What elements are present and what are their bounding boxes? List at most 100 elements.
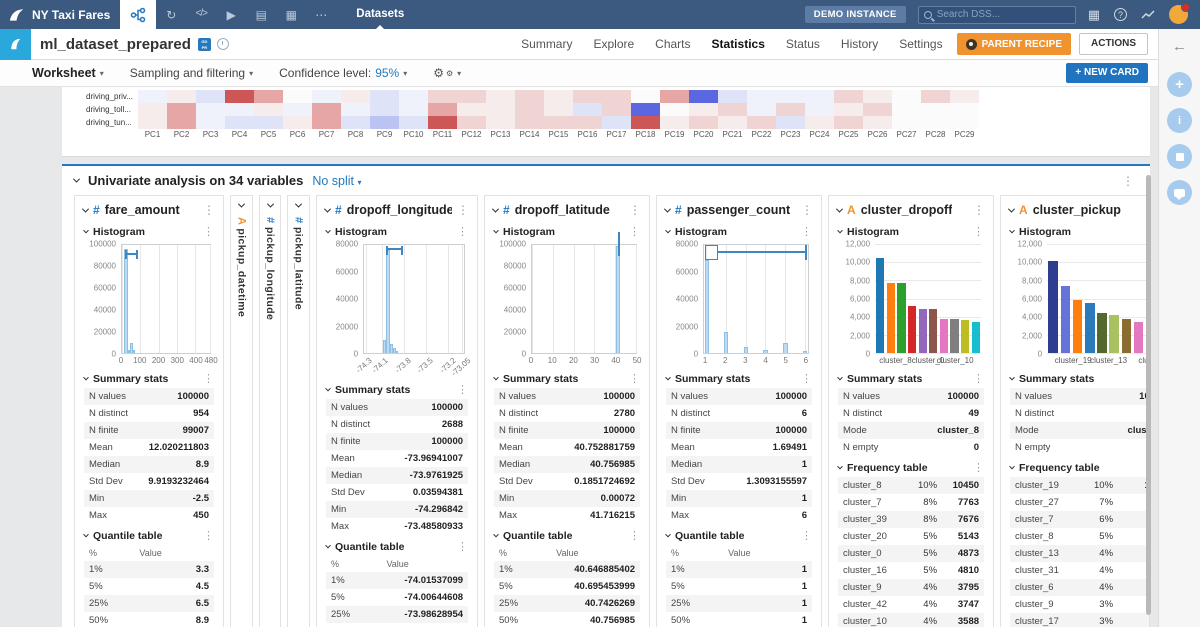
code-icon[interactable]: </> bbox=[186, 8, 216, 22]
card-menu-icon[interactable]: ⋮ bbox=[457, 204, 469, 216]
collapse-chevron-icon[interactable] bbox=[664, 205, 671, 212]
section-menu-icon[interactable]: ⋮ bbox=[973, 463, 984, 474]
x-axis: cluster_8cluster_0cluster_10 bbox=[875, 354, 981, 367]
table-column-header: %Value bbox=[84, 545, 214, 561]
trend-icon[interactable] bbox=[1141, 10, 1155, 20]
tab-statistics[interactable]: Statistics bbox=[712, 37, 765, 51]
collapse-chevron-icon[interactable] bbox=[493, 532, 499, 538]
heatmap-cell bbox=[225, 103, 254, 116]
user-avatar[interactable] bbox=[1169, 5, 1188, 24]
confidence-level-menu[interactable]: Confidence level:95%▾ bbox=[279, 66, 407, 80]
expand-chevron-icon[interactable] bbox=[266, 201, 273, 208]
collapse-chevron-icon[interactable] bbox=[837, 375, 843, 381]
collapse-chevron-icon[interactable] bbox=[1009, 228, 1015, 234]
tab-settings[interactable]: Settings bbox=[899, 37, 942, 51]
cards-overview-button[interactable] bbox=[1167, 144, 1192, 169]
chat-button[interactable] bbox=[1167, 180, 1192, 205]
y-tick-label: 0 bbox=[84, 350, 116, 359]
worksheet-settings-menu[interactable]: ⚙⚙▾ bbox=[433, 66, 461, 80]
split-selector[interactable]: No split ▾ bbox=[312, 174, 361, 188]
dataset-icon[interactable] bbox=[0, 29, 31, 60]
collapse-chevron-icon[interactable] bbox=[83, 532, 89, 538]
collapsed-card-pickup_longitude[interactable]: # pickup_longitude bbox=[259, 195, 282, 627]
collapse-chevron-icon[interactable] bbox=[82, 205, 89, 212]
section-label-datasets[interactable]: Datasets bbox=[350, 0, 410, 29]
project-name[interactable]: NY Taxi Fares bbox=[32, 8, 110, 22]
collapse-chevron-icon[interactable] bbox=[1008, 205, 1015, 212]
dataset-status-icon[interactable] bbox=[217, 38, 229, 50]
collapsed-card-pickup_latitude[interactable]: # pickup_latitude bbox=[287, 195, 310, 627]
collapse-chevron-icon[interactable] bbox=[83, 228, 89, 234]
collapse-chevron-icon[interactable] bbox=[665, 375, 671, 381]
collapse-chevron-icon[interactable] bbox=[493, 228, 499, 234]
tab-charts[interactable]: Charts bbox=[655, 37, 690, 51]
collapse-chevron-icon[interactable] bbox=[1009, 375, 1015, 381]
help-icon[interactable]: ? bbox=[1114, 8, 1127, 21]
section-menu-icon[interactable]: ⋮ bbox=[203, 227, 214, 238]
section-header: Summary stats⋮ bbox=[838, 367, 984, 388]
collapse-chevron-icon[interactable] bbox=[325, 228, 331, 234]
collapsed-card-pickup_datetime[interactable]: A pickup_datetime bbox=[230, 195, 253, 627]
new-card-button[interactable]: + NEW CARD bbox=[1066, 63, 1148, 83]
collapse-chevron-icon[interactable] bbox=[325, 386, 331, 392]
expand-chevron-icon[interactable] bbox=[295, 201, 302, 208]
collapse-chevron-icon[interactable] bbox=[83, 375, 89, 381]
collapse-chevron-icon[interactable] bbox=[665, 228, 671, 234]
section-menu-icon[interactable]: ⋮ bbox=[629, 374, 640, 385]
section-menu-icon[interactable]: ⋮ bbox=[629, 227, 640, 238]
tab-status[interactable]: Status bbox=[786, 37, 820, 51]
info-button[interactable]: i bbox=[1167, 108, 1192, 133]
sync-icon[interactable]: ↻ bbox=[156, 8, 186, 22]
section-menu-icon[interactable]: ⋮ bbox=[203, 531, 214, 542]
add-card-button[interactable]: + bbox=[1167, 72, 1192, 97]
collapse-chevron-icon[interactable] bbox=[324, 205, 331, 212]
tab-history[interactable]: History bbox=[841, 37, 878, 51]
frequency-row: cluster_76%5 bbox=[1010, 511, 1150, 528]
collapse-chevron-icon[interactable] bbox=[325, 543, 331, 549]
collapse-chevron-icon[interactable] bbox=[73, 176, 80, 183]
card-menu-icon[interactable]: ⋮ bbox=[973, 204, 985, 216]
card-menu-icon[interactable]: ⋮ bbox=[629, 204, 641, 216]
card-menu-icon[interactable]: ⋮ bbox=[801, 204, 813, 216]
actions-button[interactable]: ACTIONS bbox=[1079, 33, 1148, 55]
category-bar bbox=[940, 319, 948, 353]
x-tick-label: 100 bbox=[133, 356, 146, 365]
collapse-chevron-icon[interactable] bbox=[492, 205, 499, 212]
run-icon[interactable]: ▶ bbox=[216, 8, 246, 22]
search-box[interactable] bbox=[918, 6, 1076, 24]
sampling-filtering-menu[interactable]: Sampling and filtering▾ bbox=[130, 66, 253, 80]
section-menu-icon[interactable]: ⋮ bbox=[801, 374, 812, 385]
vertical-scrollbar[interactable] bbox=[1146, 175, 1151, 615]
more-icon[interactable]: ⋯ bbox=[306, 8, 336, 22]
card-menu-icon[interactable]: ⋮ bbox=[203, 204, 215, 216]
collapse-chevron-icon[interactable] bbox=[1009, 464, 1015, 470]
search-input[interactable] bbox=[937, 9, 1057, 20]
back-arrow-icon[interactable]: ← bbox=[1172, 38, 1187, 55]
section-menu-icon[interactable]: ⋮ bbox=[973, 227, 984, 238]
section-menu-icon[interactable]: ⋮ bbox=[203, 374, 214, 385]
stat-value: 0.1851724692 bbox=[574, 476, 635, 487]
tab-explore[interactable]: Explore bbox=[593, 37, 634, 51]
section-menu-icon[interactable]: ⋮ bbox=[973, 374, 984, 385]
expand-chevron-icon[interactable] bbox=[238, 201, 245, 208]
section-menu-icon[interactable]: ⋮ bbox=[629, 531, 640, 542]
flow-tab[interactable] bbox=[120, 0, 156, 29]
section-menu-icon[interactable]: ⋮ bbox=[457, 227, 468, 238]
section-menu-icon[interactable]: ⋮ bbox=[801, 531, 812, 542]
tab-summary[interactable]: Summary bbox=[521, 37, 572, 51]
jobs-icon[interactable]: ▤ bbox=[246, 8, 276, 22]
panel-menu-icon[interactable]: ⋮ bbox=[1122, 175, 1134, 187]
collapse-chevron-icon[interactable] bbox=[665, 532, 671, 538]
notebook-icon[interactable]: ▦ bbox=[276, 8, 306, 22]
section-menu-icon[interactable]: ⋮ bbox=[457, 542, 468, 553]
collapse-chevron-icon[interactable] bbox=[837, 464, 843, 470]
apps-grid-icon[interactable]: ▦ bbox=[1088, 7, 1100, 23]
section-menu-icon[interactable]: ⋮ bbox=[801, 227, 812, 238]
collapse-chevron-icon[interactable] bbox=[836, 205, 843, 212]
dataiku-logo-icon[interactable] bbox=[0, 8, 32, 22]
worksheet-menu[interactable]: Worksheet▾ bbox=[32, 66, 104, 80]
collapse-chevron-icon[interactable] bbox=[837, 228, 843, 234]
parent-recipe-button[interactable]: PARENT RECIPE bbox=[957, 33, 1071, 55]
collapse-chevron-icon[interactable] bbox=[493, 375, 499, 381]
section-menu-icon[interactable]: ⋮ bbox=[457, 385, 468, 396]
